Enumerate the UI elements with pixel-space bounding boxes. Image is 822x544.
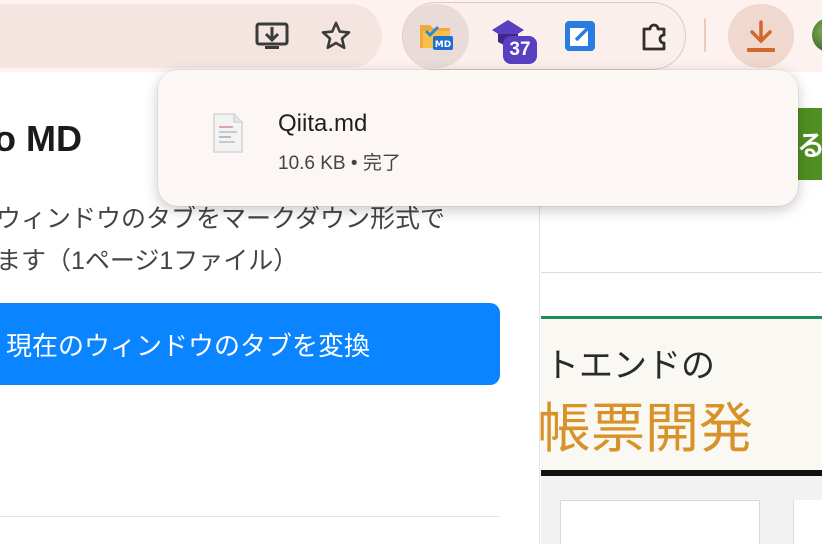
banner-subtitle: トエンドの	[545, 346, 715, 386]
banner-title: 帳票開発	[537, 397, 753, 460]
popup-description-line-2: ます（1ページ1ファイル）	[0, 247, 299, 275]
extensions-puzzle-icon[interactable]	[634, 18, 674, 54]
download-bubble: Qiita.md 10.6 KB • 完了	[158, 70, 798, 206]
svg-text:MD: MD	[435, 40, 451, 50]
popup-divider	[0, 516, 500, 517]
convert-tabs-button-label: 現在のウィンドウのタブを変換	[6, 330, 371, 361]
bookmark-star-icon[interactable]	[318, 18, 354, 54]
file-document-icon	[210, 112, 246, 159]
download-status: 10.6 KB • 完了	[278, 153, 401, 174]
page-action-button-label: る	[797, 130, 822, 161]
popup-title: o MD	[0, 118, 82, 159]
save-as-md-extension-icon[interactable]: MD	[416, 18, 456, 54]
install-app-icon[interactable]	[252, 18, 292, 54]
popup-description: ウィンドウのタブをマークダウン形式で ます（1ページ1ファイル）	[0, 198, 536, 282]
profile-avatar[interactable]	[812, 18, 822, 52]
page-divider	[541, 272, 822, 273]
download-file-name[interactable]: Qiita.md	[278, 110, 367, 138]
toolbar-separator	[704, 18, 706, 52]
convert-tabs-button[interactable]: 現在のウィンドウのタブを変換	[0, 303, 500, 385]
extension-badge: 37	[503, 36, 537, 64]
share-arrow-extension-icon[interactable]	[560, 18, 600, 54]
downloads-icon[interactable]	[742, 18, 780, 56]
browser-toolbar: MD 37	[0, 0, 822, 72]
screenshot-document	[560, 500, 760, 544]
screenshot-sidebar	[793, 500, 822, 544]
